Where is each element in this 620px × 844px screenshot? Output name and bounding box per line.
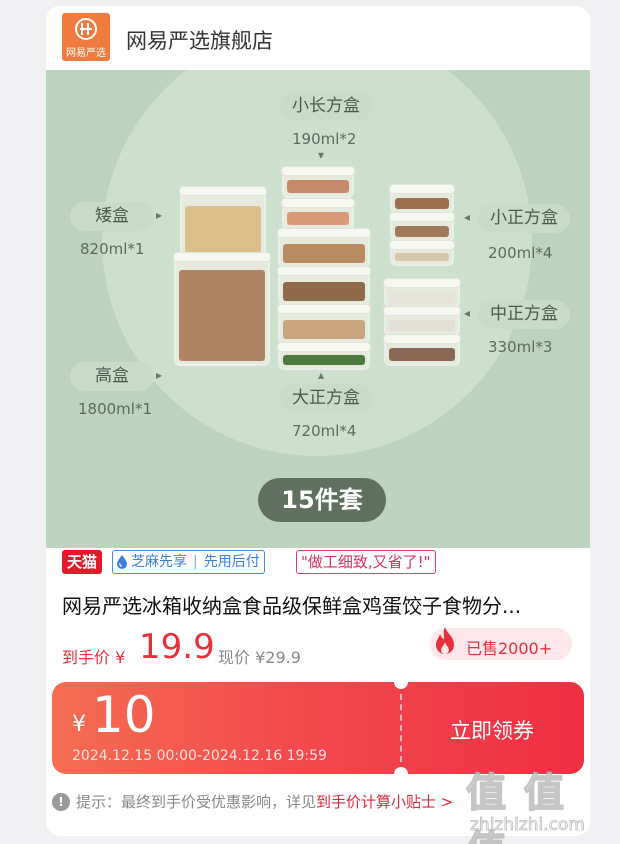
small-rect-box-image	[281, 166, 355, 198]
label-small-rect-box: 小长方盒	[280, 92, 372, 121]
arrow-right-icon: ▸	[156, 368, 163, 382]
arrow-down-icon: ▾	[318, 148, 325, 162]
spec-small-square-box: 200ml*4	[488, 244, 553, 262]
coupon-validity: 2024.12.15 00:00-2024.12.16 19:59	[72, 748, 327, 764]
label-large-square-box: 大正方盒	[280, 384, 372, 413]
coupon-divider	[400, 694, 402, 762]
large-square-box-image	[277, 342, 371, 370]
coupon-notch-top	[394, 682, 408, 689]
spec-short-box: 820ml*1	[80, 240, 145, 258]
large-square-box-image	[277, 228, 371, 268]
final-price-label: 到手价 ¥	[62, 648, 126, 667]
label-tall-box: 高盒	[70, 362, 154, 391]
current-price: 现价 ¥29.9	[218, 648, 301, 667]
final-price-value: 19.9	[139, 627, 215, 667]
info-icon: !	[52, 792, 70, 811]
label-small-square-box: 小正方盒	[478, 204, 570, 233]
flame-icon	[436, 627, 454, 654]
spec-tall-box: 1800ml*1	[78, 400, 152, 418]
review-quote-badge: "做工细致,又省了!"	[296, 550, 436, 574]
hint-text: 提示：最终到手价受优惠影响，详见	[76, 793, 317, 811]
small-rect-box-image	[281, 198, 355, 230]
spec-small-rect-box: 190ml*2	[292, 130, 357, 148]
divider: |	[193, 554, 198, 570]
small-square-box-image	[389, 212, 455, 242]
price-hint: ! 提示：最终到手价受优惠影响，详见 到手价计算小贴士 >	[52, 791, 453, 812]
coupon-amount: 10	[92, 686, 156, 744]
coupon-currency: ¥	[72, 712, 86, 737]
label-short-box: 矮盒	[70, 202, 154, 231]
product-image[interactable]: 小长方盒 190ml*2 ▾ 矮盒 820ml*1 ▸ 小正方盒 200ml*4…	[46, 70, 590, 548]
large-square-box-image	[277, 304, 371, 344]
set-count-badge: 15件套	[258, 478, 386, 522]
coupon-notch-bottom	[394, 767, 408, 774]
claim-coupon-button[interactable]: 立即领券	[450, 715, 534, 745]
store-logo[interactable]: 网易严选	[62, 13, 110, 61]
small-square-box-image	[389, 184, 455, 214]
tall-box-image	[173, 252, 271, 366]
arrow-left-icon: ◂	[464, 210, 471, 224]
price-tips-link[interactable]: 到手价计算小贴士 >	[316, 791, 453, 812]
zhima-badge[interactable]: 芝麻先享 | 先用后付	[112, 550, 265, 574]
watermark-site: zhizhizhi.com	[470, 815, 586, 836]
store-logo-icon	[75, 18, 97, 40]
zhima-label: 芝麻先享	[131, 554, 187, 570]
spec-large-square-box: 720ml*4	[292, 422, 357, 440]
medium-square-box-image	[383, 306, 461, 336]
tmall-badge: 天猫	[62, 550, 103, 574]
pay-later-label: 先用后付	[203, 554, 260, 570]
medium-square-box-image	[383, 334, 461, 366]
large-square-box-image	[277, 266, 371, 306]
store-name[interactable]: 网易严选旗舰店	[126, 25, 273, 55]
medium-square-box-image	[383, 278, 461, 308]
label-medium-square-box: 中正方盒	[478, 300, 570, 329]
product-title[interactable]: 网易严选冰箱收纳盒食品级保鲜盒鸡蛋饺子食物分...	[62, 590, 582, 619]
spec-medium-square-box: 330ml*3	[488, 338, 553, 356]
small-square-box-image	[389, 240, 455, 266]
short-box-image	[179, 186, 267, 258]
store-logo-text: 网易严选	[66, 48, 106, 59]
arrow-up-icon: ▴	[318, 368, 325, 382]
water-drop-icon	[117, 555, 127, 569]
sold-count-text: 已售2000+	[466, 639, 553, 658]
arrow-right-icon: ▸	[156, 208, 163, 222]
arrow-left-icon: ◂	[464, 306, 471, 320]
sold-count-badge: 已售2000+	[430, 627, 572, 660]
